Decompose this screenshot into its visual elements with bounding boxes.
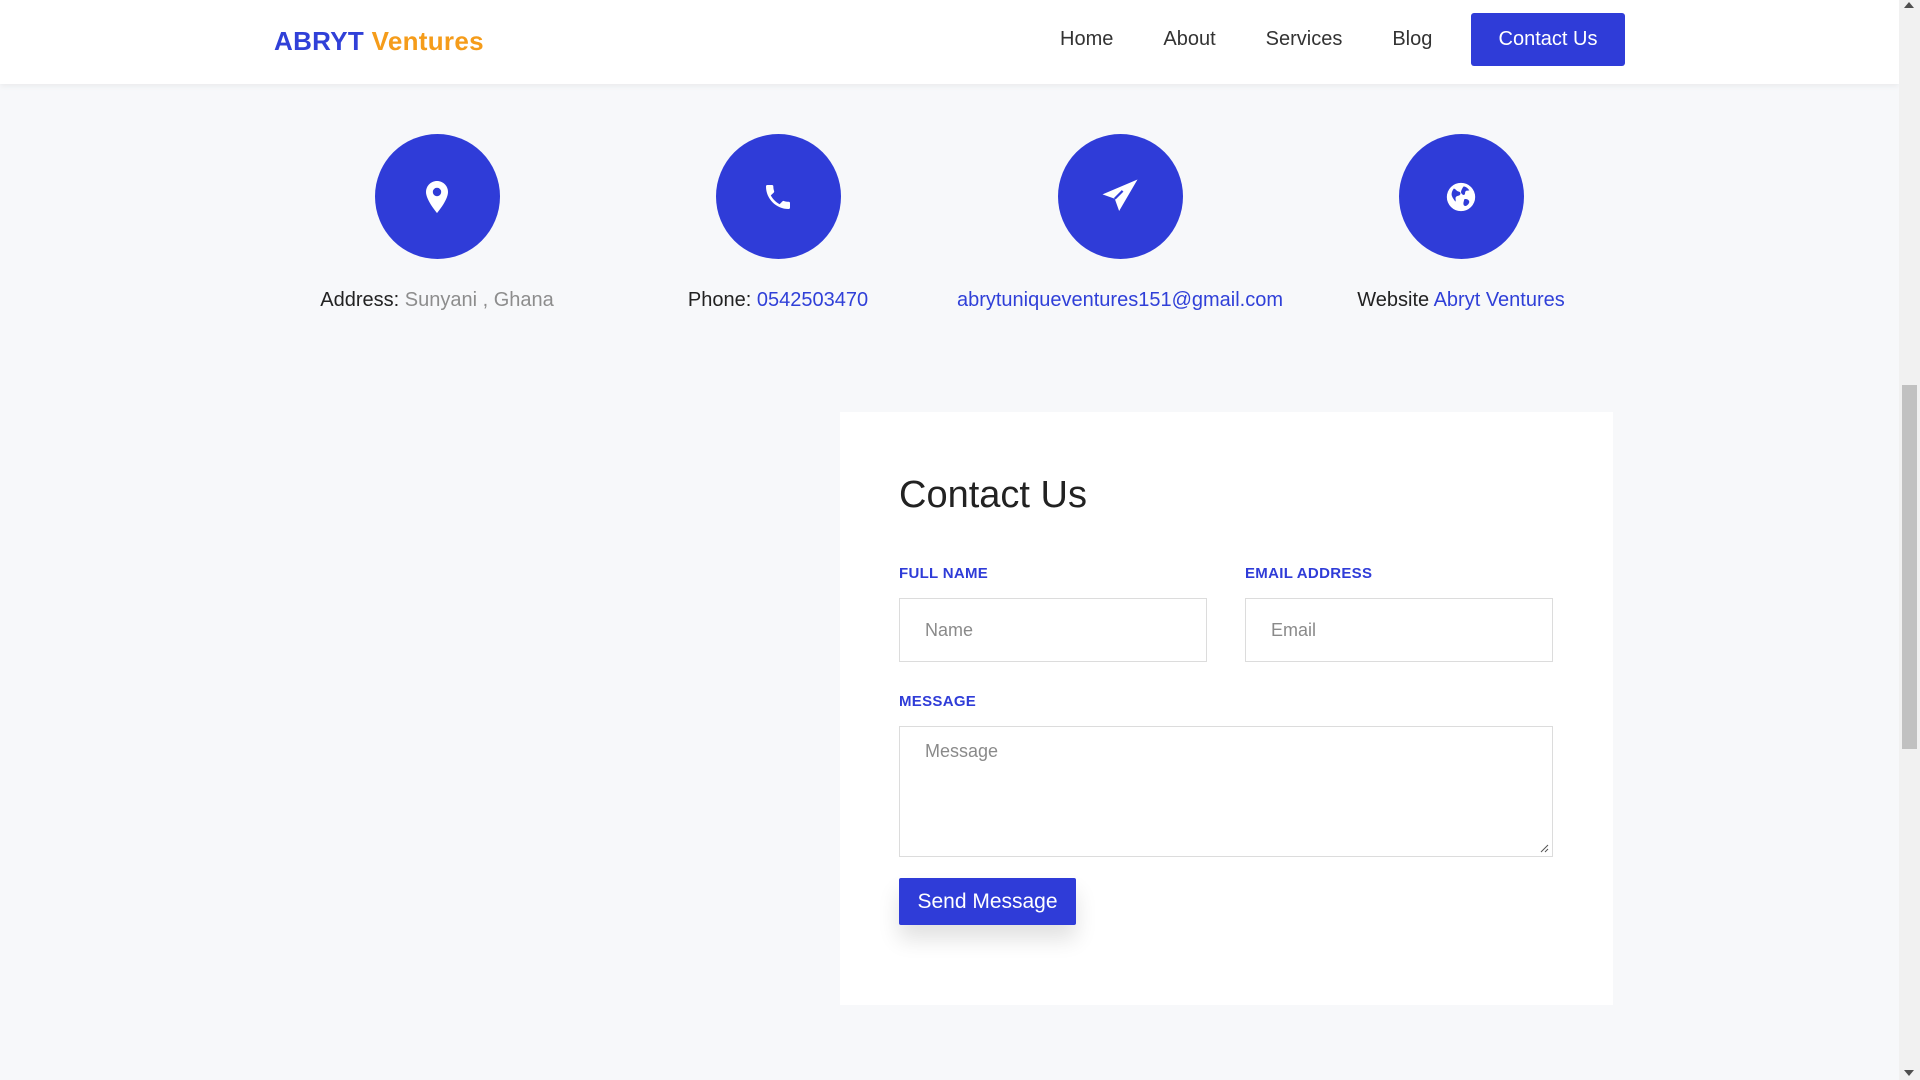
message-placeholder: Message <box>925 741 999 761</box>
website-link[interactable]: Abryt Ventures <box>1434 289 1565 311</box>
phone-link[interactable]: 0542503470 <box>757 289 868 311</box>
nav-link-home[interactable]: Home <box>1060 28 1113 51</box>
phone-icon-circle <box>715 134 841 259</box>
email-text: abrytuniqueventures151@gmail.com <box>955 289 1285 312</box>
address-value: Sunyani , Ghana <box>404 289 554 311</box>
website-label: Website <box>1357 289 1430 311</box>
email-icon-circle <box>1057 134 1183 259</box>
address-icon-circle <box>374 134 500 259</box>
location-pin-icon <box>426 180 448 213</box>
nav-links: Home About Services Blog <box>1060 28 1482 51</box>
vertical-scrollbar[interactable] <box>1899 0 1920 1080</box>
website-text: Website Abryt Ventures <box>1296 289 1626 312</box>
email-input[interactable]: Email <box>1245 598 1553 662</box>
scrollbar-thumb[interactable] <box>1902 385 1917 749</box>
contact-form-card: Contact Us FULL NAME Name EMAIL ADDRESS … <box>840 412 1613 1005</box>
globe-icon <box>1446 182 1476 211</box>
website-info: Website Abryt Ventures <box>1296 134 1626 312</box>
address-label: Address: <box>320 289 400 311</box>
message-textarea[interactable]: Message <box>899 726 1553 857</box>
email-link[interactable]: abrytuniqueventures151@gmail.com <box>957 289 1283 311</box>
phone-info: Phone: 0542503470 <box>613 134 943 312</box>
brand-logo[interactable]: ABRYT Ventures <box>274 26 484 57</box>
nav-link-services[interactable]: Services <box>1266 28 1343 51</box>
nav-link-about[interactable]: About <box>1163 28 1215 51</box>
top-navbar: ABRYT Ventures Home About Services Blog … <box>0 0 1899 84</box>
send-message-button[interactable]: Send Message <box>899 878 1076 925</box>
full-name-input[interactable]: Name <box>899 598 1207 662</box>
brand-name-secondary: Ventures <box>371 26 484 56</box>
address-text: Address: Sunyani , Ghana <box>272 289 602 312</box>
brand-name-primary: ABRYT <box>274 26 365 56</box>
phone-label: Phone: <box>687 289 752 311</box>
phone-text: Phone: 0542503470 <box>613 289 943 312</box>
contact-us-nav-button[interactable]: Contact Us <box>1471 13 1625 66</box>
full-name-label: FULL NAME <box>899 565 989 582</box>
full-name-placeholder: Name <box>925 619 974 640</box>
email-placeholder: Email <box>1271 619 1317 640</box>
nav-link-blog[interactable]: Blog <box>1392 28 1432 51</box>
email-info: abrytuniqueventures151@gmail.com <box>955 134 1285 312</box>
contact-form-title: Contact Us <box>899 474 1087 516</box>
address-info: Address: Sunyani , Ghana <box>272 134 602 312</box>
scroll-up-arrow-icon[interactable] <box>1904 2 1914 8</box>
scroll-down-arrow-icon[interactable] <box>1904 1070 1914 1076</box>
resize-grip-icon[interactable] <box>1539 843 1549 853</box>
message-label: MESSAGE <box>899 693 977 710</box>
website-icon-circle <box>1398 134 1524 259</box>
email-address-label: EMAIL ADDRESS <box>1245 565 1373 582</box>
phone-icon <box>766 184 790 209</box>
paper-plane-icon <box>1102 179 1138 211</box>
